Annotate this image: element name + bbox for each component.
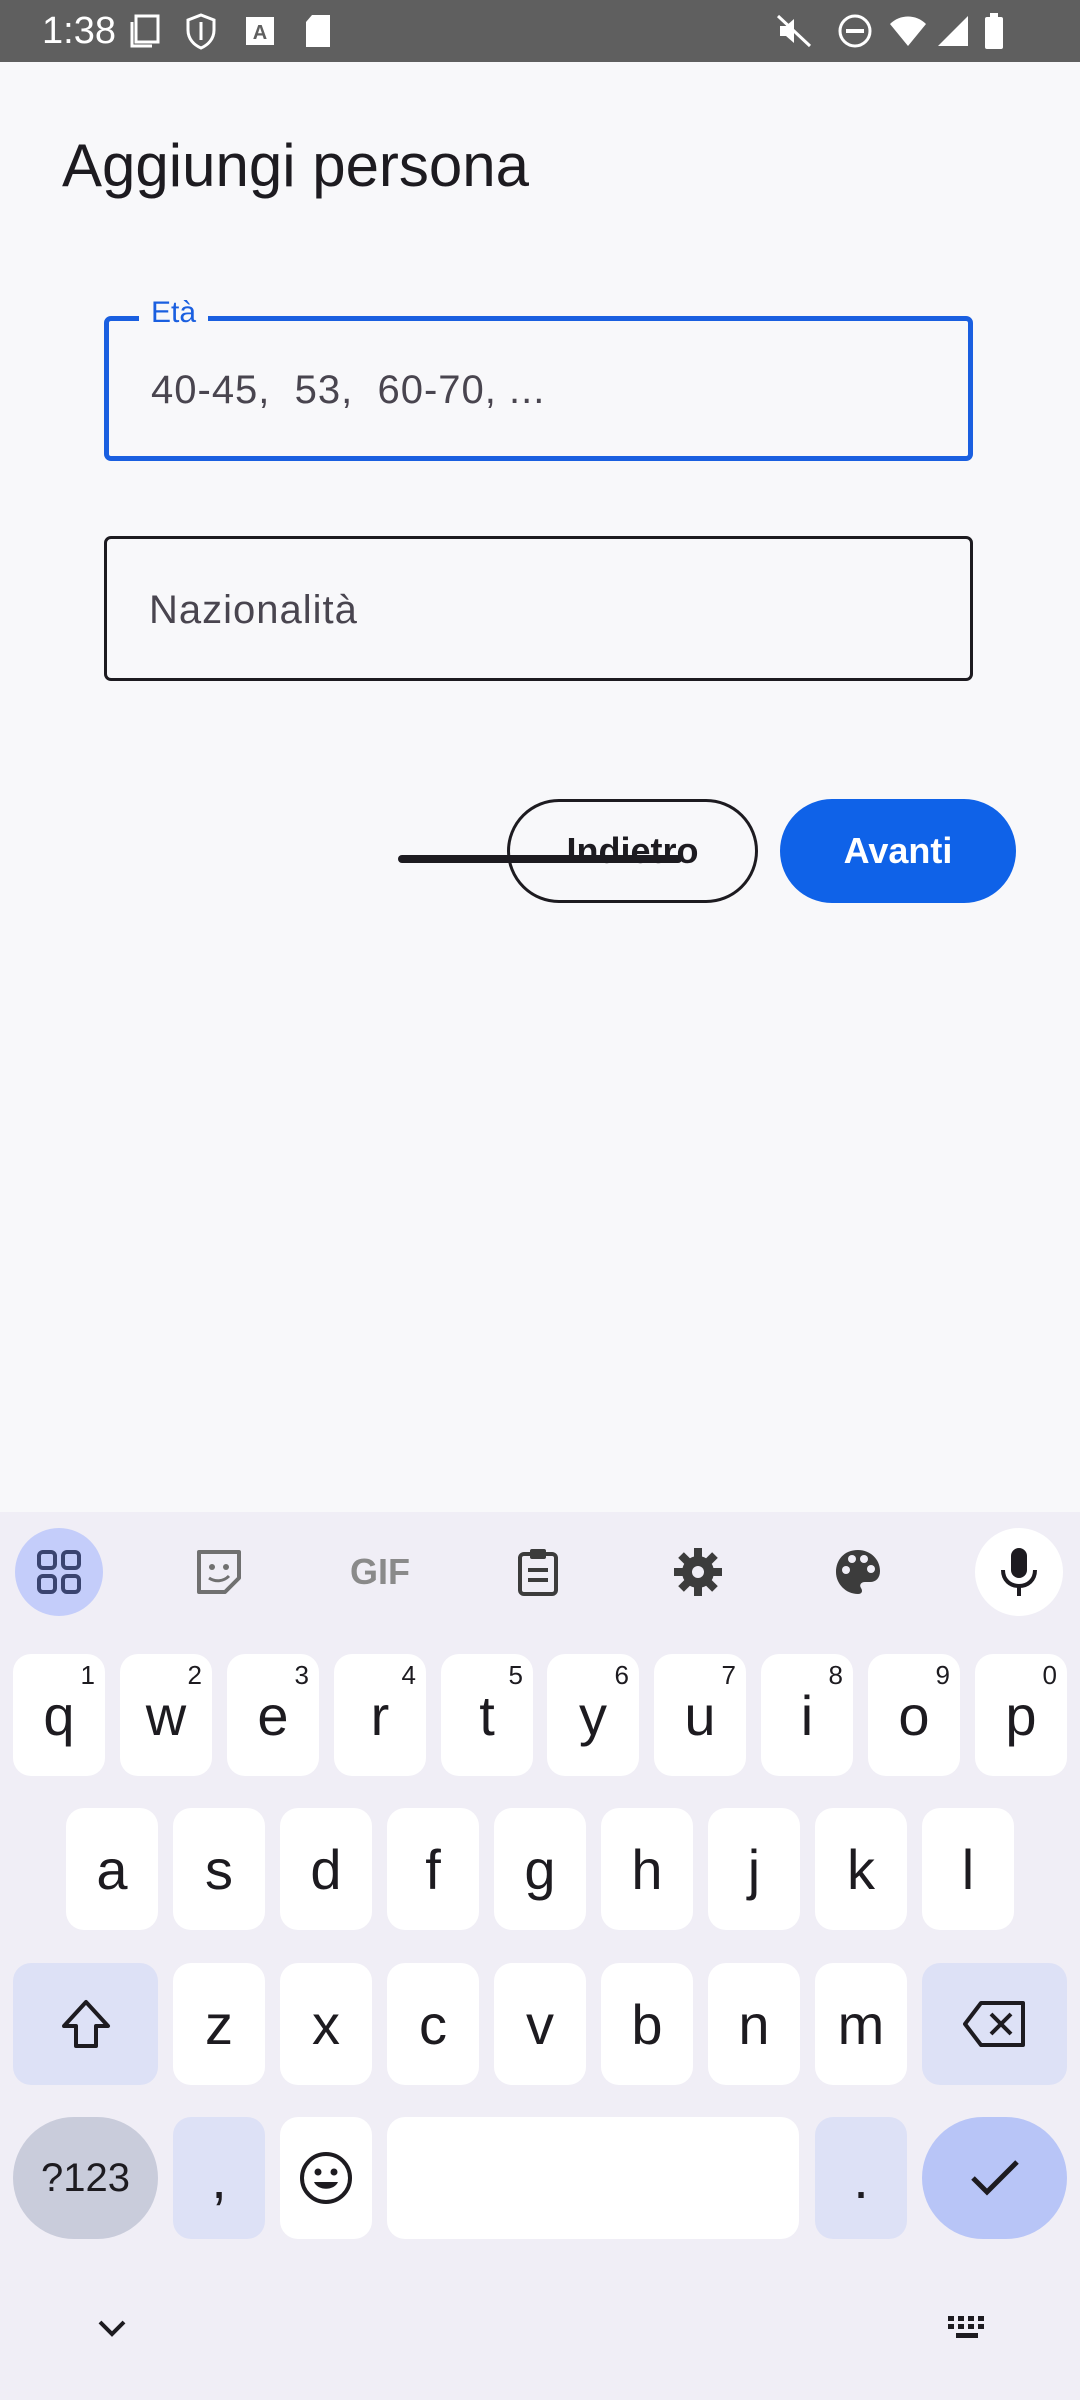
shift-icon	[61, 2000, 110, 2048]
wifi-icon	[890, 16, 926, 46]
key-m[interactable]: m	[815, 1963, 907, 2085]
sticker-icon[interactable]	[175, 1528, 263, 1616]
key-i[interactable]: i8	[761, 1654, 853, 1776]
svg-text:A: A	[253, 22, 267, 44]
shield-icon	[186, 13, 216, 50]
nationality-field-placeholder: Nazionalità	[149, 588, 358, 632]
check-icon	[970, 2160, 1019, 2196]
key-e[interactable]: e3	[227, 1654, 319, 1776]
backspace-key[interactable]	[922, 1963, 1067, 2085]
key-o[interactable]: o9	[868, 1654, 960, 1776]
space-bar[interactable]	[387, 2117, 799, 2239]
apps-grid-icon[interactable]	[15, 1528, 103, 1616]
key-f[interactable]: f	[387, 1808, 479, 1930]
signal-icon	[938, 16, 968, 46]
key-c[interactable]: c	[387, 1963, 479, 2085]
key-x[interactable]: x	[280, 1963, 372, 2085]
age-field-placeholder: 40-45, 53, 60-70, ...	[151, 368, 546, 412]
home-gesture-handle[interactable]	[398, 855, 682, 863]
backspace-icon	[962, 2001, 1025, 2047]
settings-icon[interactable]	[654, 1528, 742, 1616]
page-title: Aggiungi persona	[62, 132, 530, 199]
mute-icon	[776, 14, 812, 48]
key-p[interactable]: p0	[975, 1654, 1067, 1776]
keyboard: GIF q 1 w 2 e 3 r 4 t 5 y 6 u 7 i 8 o 9 …	[0, 1512, 1080, 2400]
emoji-icon	[300, 2152, 352, 2204]
palette-icon[interactable]	[814, 1528, 902, 1616]
key-b[interactable]: b	[601, 1963, 693, 2085]
comma-key[interactable]: ,	[173, 2117, 265, 2239]
key-n[interactable]: n	[708, 1963, 800, 2085]
screenshot-icon	[130, 14, 160, 48]
key-q[interactable]: q1	[13, 1654, 105, 1776]
keyboard-switch-icon[interactable]	[946, 2312, 990, 2342]
key-y[interactable]: y6	[547, 1654, 639, 1776]
key-j[interactable]: j	[708, 1808, 800, 1930]
status-time: 1:38	[42, 10, 116, 52]
key-d[interactable]: d	[280, 1808, 372, 1930]
key-h[interactable]: h	[601, 1808, 693, 1930]
keyboard-toolbar: GIF	[0, 1512, 1080, 1632]
gif-label: GIF	[350, 1551, 410, 1592]
back-button[interactable]: Indietro	[507, 799, 758, 903]
symbols-key[interactable]: ?123	[13, 2117, 158, 2239]
battery-icon	[985, 13, 1003, 49]
dnd-icon	[838, 14, 872, 48]
sd-card-icon	[306, 15, 330, 47]
enter-key[interactable]	[922, 2117, 1067, 2239]
next-button[interactable]: Avanti	[780, 799, 1016, 903]
key-t[interactable]: t5	[441, 1654, 533, 1776]
keyboard-nav-row	[0, 2282, 1080, 2400]
gif-icon[interactable]: GIF	[334, 1528, 426, 1616]
key-z[interactable]: z	[173, 1963, 265, 2085]
age-field[interactable]: Età 40-45, 53, 60-70, ...	[104, 293, 973, 461]
clipboard-icon[interactable]	[494, 1528, 582, 1616]
emoji-key[interactable]	[280, 2117, 372, 2239]
key-v[interactable]: v	[494, 1963, 586, 2085]
chevron-down-icon[interactable]	[92, 2314, 132, 2344]
shift-key[interactable]	[13, 1963, 158, 2085]
status-bar: 1:38 A	[0, 0, 1080, 62]
period-key[interactable]: .	[815, 2117, 907, 2239]
key-a[interactable]: a	[66, 1808, 158, 1930]
font-a-icon: A	[246, 17, 274, 45]
nationality-field[interactable]: Nazionalità	[104, 536, 973, 681]
key-s[interactable]: s	[173, 1808, 265, 1930]
key-w[interactable]: w2	[120, 1654, 212, 1776]
key-k[interactable]: k	[815, 1808, 907, 1930]
key-u[interactable]: u7	[654, 1654, 746, 1776]
mic-icon[interactable]	[975, 1528, 1063, 1616]
key-r[interactable]: r4	[334, 1654, 426, 1776]
key-g[interactable]: g	[494, 1808, 586, 1930]
age-field-label: Età	[139, 293, 209, 333]
key-l[interactable]: l	[922, 1808, 1014, 1930]
